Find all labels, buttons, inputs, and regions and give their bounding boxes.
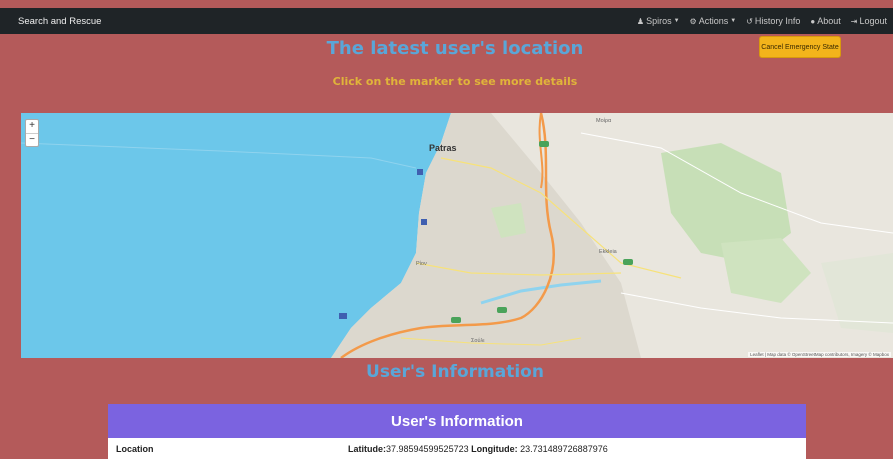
top-navbar: Search and Rescue ♟ Spiros ▼ ⚙ Actions ▼… bbox=[0, 8, 893, 34]
longitude-label: Longitude: bbox=[471, 443, 518, 454]
longitude-value: 23.731489726887976 bbox=[520, 443, 608, 454]
history-icon: ↺ bbox=[746, 16, 753, 26]
logout-icon: ⇥ bbox=[850, 16, 858, 26]
page-subtitle: Click on the marker to see more details bbox=[332, 75, 578, 88]
nav-user-dropdown[interactable]: ♟ Spiros ▼ bbox=[637, 16, 680, 26]
map-label-patras: Patras bbox=[429, 143, 457, 153]
nav-actions-label: Actions bbox=[698, 16, 729, 26]
caret-down-icon: ▼ bbox=[730, 18, 737, 24]
user-info-card-header: User's Information bbox=[108, 404, 806, 438]
location-row: Location Latitude:37.98594599525723 Long… bbox=[108, 438, 806, 459]
map-tiles[interactable] bbox=[21, 113, 893, 358]
latitude-label: Latitude: bbox=[348, 443, 386, 454]
gears-icon: ⚙ bbox=[689, 16, 697, 26]
nav-history-link[interactable]: ↺ History Info bbox=[746, 16, 800, 26]
nav-logout-link[interactable]: ⇥ Logout bbox=[851, 16, 887, 26]
brand-link[interactable]: Search and Rescue bbox=[18, 16, 101, 27]
info-icon: ● bbox=[810, 16, 816, 26]
nav-actions-dropdown[interactable]: ⚙ Actions ▼ bbox=[690, 16, 737, 26]
user-info-section-title: User's Information bbox=[366, 362, 544, 382]
map-label-ekkleia: Ekkleia bbox=[599, 249, 617, 255]
nav-history-label: History Info bbox=[754, 16, 801, 26]
caret-down-icon: ▼ bbox=[673, 18, 680, 24]
nav-about-label: About bbox=[817, 16, 841, 26]
user-icon: ♟ bbox=[636, 16, 645, 26]
map-label-moira: Μοίρα bbox=[596, 118, 612, 124]
nav-logout-label: Logout bbox=[859, 16, 887, 26]
map-attribution[interactable]: Leaflet | Map data © OpenStreetMap contr… bbox=[748, 352, 891, 357]
nav-items: ♟ Spiros ▼ ⚙ Actions ▼ ↺ History Info ● … bbox=[637, 16, 887, 26]
map-label-souli: Σούλι bbox=[471, 338, 485, 344]
location-label: Location bbox=[116, 443, 154, 454]
user-info-card: User's Information Location Latitude:37.… bbox=[108, 404, 806, 459]
latitude-value: 37.98594599525723 bbox=[386, 443, 469, 454]
zoom-in-button[interactable]: + bbox=[26, 120, 38, 133]
zoom-control: + − bbox=[25, 119, 39, 147]
nav-user-label: Spiros bbox=[646, 16, 672, 26]
map-label-rion: Ρίον bbox=[416, 261, 427, 267]
location-map[interactable]: Patras Μοίρα Ekkleia Ρίον Σούλι + − Leaf… bbox=[21, 113, 893, 358]
cancel-emergency-button[interactable]: Cancel Emergency State bbox=[759, 36, 841, 58]
location-value: Latitude:37.98594599525723 Longitude: 23… bbox=[348, 444, 608, 454]
zoom-out-button[interactable]: − bbox=[26, 133, 38, 146]
nav-about-link[interactable]: ● About bbox=[810, 16, 840, 26]
